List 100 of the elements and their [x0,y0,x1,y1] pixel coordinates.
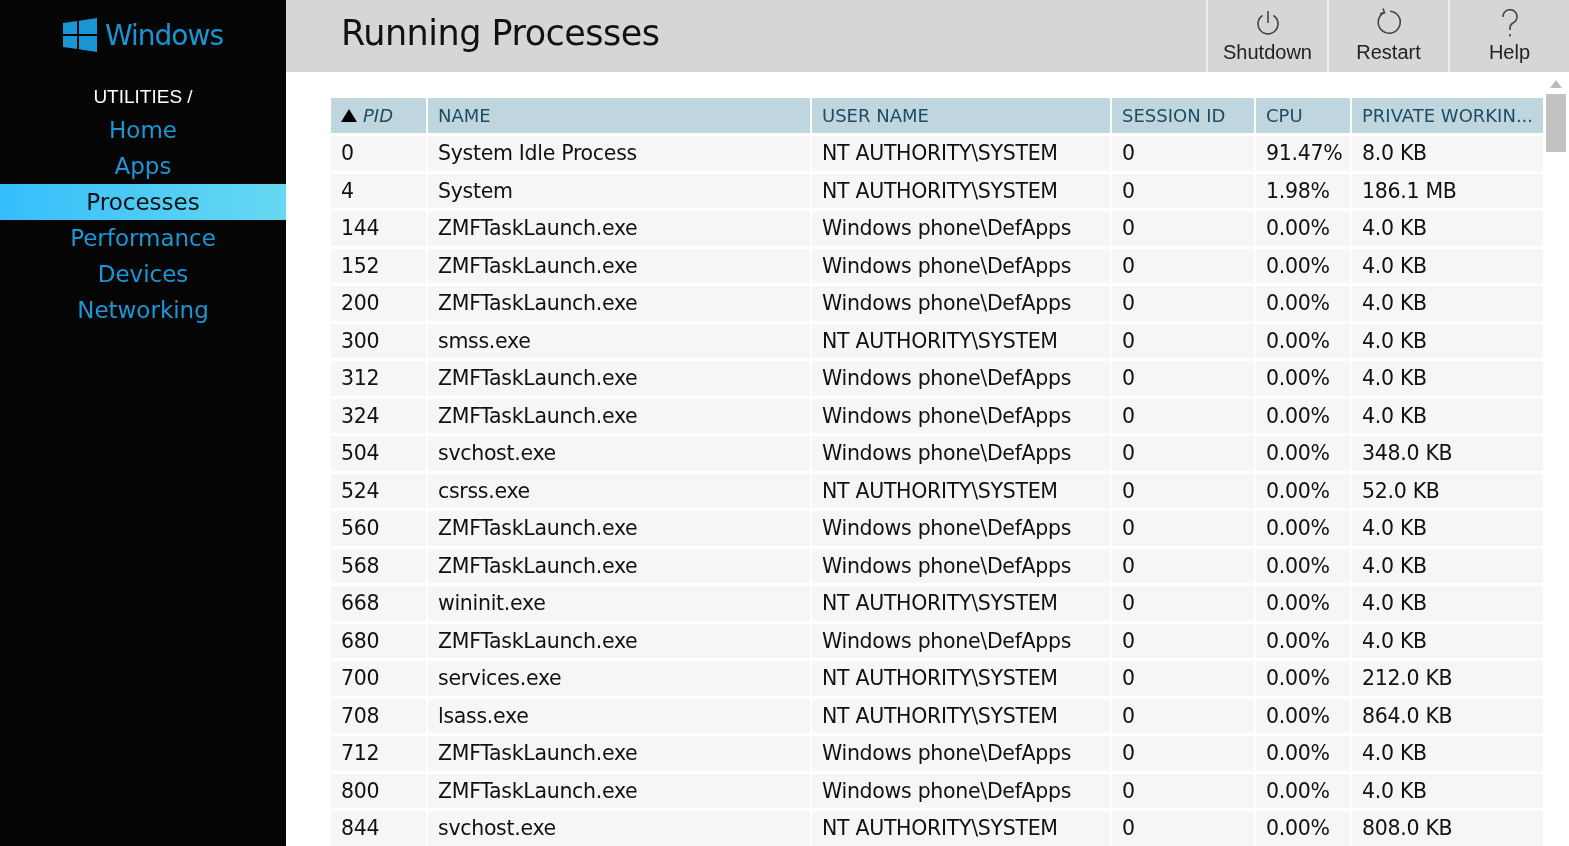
table-cell: 4.0 KB [1352,323,1543,358]
table-cell: 700 [331,661,426,696]
table-cell: 52.0 KB [1352,473,1543,508]
table-cell: 708 [331,698,426,733]
table-cell: 152 [331,248,426,283]
table-cell: ZMFTaskLaunch.exe [428,286,810,321]
table-cell: 4.0 KB [1352,773,1543,808]
table-cell: System [428,173,810,208]
brand-name: Windows [105,18,223,52]
table-cell: ZMFTaskLaunch.exe [428,773,810,808]
table-cell: 0 [1112,136,1254,171]
table-cell: 0 [1112,548,1254,583]
table-cell: 712 [331,736,426,771]
table-cell: ZMFTaskLaunch.exe [428,211,810,246]
table-cell: ZMFTaskLaunch.exe [428,548,810,583]
table-cell: 864.0 KB [1352,698,1543,733]
table-cell: 144 [331,211,426,246]
table-cell: 4.0 KB [1352,736,1543,771]
table-cell: svchost.exe [428,436,810,471]
table-cell: 0 [1112,436,1254,471]
table-cell: 0 [1112,586,1254,621]
table-cell: 0 [1112,248,1254,283]
table-cell: 524 [331,473,426,508]
table-cell: 212.0 KB [1352,661,1543,696]
help-icon [1500,9,1519,37]
table-cell: 4.0 KB [1352,586,1543,621]
table-cell: 0.00% [1256,286,1350,321]
table-cell: wininit.exe [428,586,810,621]
table-cell: 324 [331,398,426,433]
table-cell: 0.00% [1256,361,1350,396]
table-cell: NT AUTHORITY\SYSTEM [812,173,1110,208]
column-header[interactable]: NAME [428,98,810,133]
table-cell: ZMFTaskLaunch.exe [428,398,810,433]
table-cell: NT AUTHORITY\SYSTEM [812,698,1110,733]
table-cell: NT AUTHORITY\SYSTEM [812,136,1110,171]
column-header[interactable]: PID [331,98,426,133]
sort-ascending-icon [341,109,357,122]
table-cell: 0 [1112,661,1254,696]
windows-logo-icon [63,18,97,52]
column-header[interactable]: CPU [1256,98,1350,133]
table-cell: 0.00% [1256,248,1350,283]
nav-item[interactable]: Apps [0,148,286,184]
table-cell: 0.00% [1256,698,1350,733]
table-cell: 0 [1112,361,1254,396]
column-header[interactable]: USER NAME [812,98,1110,133]
table-cell: 0.00% [1256,736,1350,771]
table-cell: 0.00% [1256,586,1350,621]
power-icon [1254,9,1281,37]
table-cell: Windows phone\DefApps [812,511,1110,546]
table-cell: NT AUTHORITY\SYSTEM [812,473,1110,508]
table-cell: 4.0 KB [1352,361,1543,396]
table-cell: 4.0 KB [1352,211,1543,246]
table-cell: Windows phone\DefApps [812,248,1110,283]
table-cell: 0 [331,136,426,171]
nav-item[interactable]: Processes [0,184,286,220]
nav-item[interactable]: Networking [0,292,286,328]
table-cell: 0.00% [1256,511,1350,546]
table-cell: 0.00% [1256,548,1350,583]
table-cell: 4.0 KB [1352,511,1543,546]
table-cell: 0.00% [1256,473,1350,508]
table-cell: 504 [331,436,426,471]
nav-item[interactable]: Home [0,112,286,148]
table-cell: 0 [1112,698,1254,733]
scrollbar-thumb[interactable] [1546,94,1566,152]
table-cell: 808.0 KB [1352,811,1543,846]
table-cell: Windows phone\DefApps [812,398,1110,433]
table-cell: 0.00% [1256,211,1350,246]
table-cell: 0 [1112,773,1254,808]
table-cell: NT AUTHORITY\SYSTEM [812,323,1110,358]
table-cell: NT AUTHORITY\SYSTEM [812,661,1110,696]
nav-item[interactable]: Devices [0,256,286,292]
table-cell: 0 [1112,736,1254,771]
table-cell: csrss.exe [428,473,810,508]
table-cell: 844 [331,811,426,846]
table-cell: 0 [1112,211,1254,246]
table-cell: ZMFTaskLaunch.exe [428,736,810,771]
section-heading: UTILITIES / [93,86,193,108]
table-cell: 0 [1112,511,1254,546]
table-cell: 0 [1112,323,1254,358]
column-header[interactable]: PRIVATE WORKIN... [1352,98,1543,133]
table-cell: 0.00% [1256,623,1350,658]
table-cell: 91.47% [1256,136,1350,171]
column-header[interactable]: SESSION ID [1112,98,1254,133]
table-cell: 4.0 KB [1352,286,1543,321]
table-cell: 668 [331,586,426,621]
table-cell: 186.1 MB [1352,173,1543,208]
table-cell: 312 [331,361,426,396]
nav-item[interactable]: Performance [0,220,286,256]
table-cell: System Idle Process [428,136,810,171]
table-cell: lsass.exe [428,698,810,733]
table-cell: 0 [1112,398,1254,433]
table-cell: 4.0 KB [1352,398,1543,433]
table-cell: Windows phone\DefApps [812,773,1110,808]
table-cell: 1.98% [1256,173,1350,208]
scroll-up-icon[interactable] [1550,80,1562,88]
table-cell: Windows phone\DefApps [812,286,1110,321]
table-cell: Windows phone\DefApps [812,623,1110,658]
table-cell: 0.00% [1256,661,1350,696]
table-cell: ZMFTaskLaunch.exe [428,361,810,396]
table-cell: 800 [331,773,426,808]
